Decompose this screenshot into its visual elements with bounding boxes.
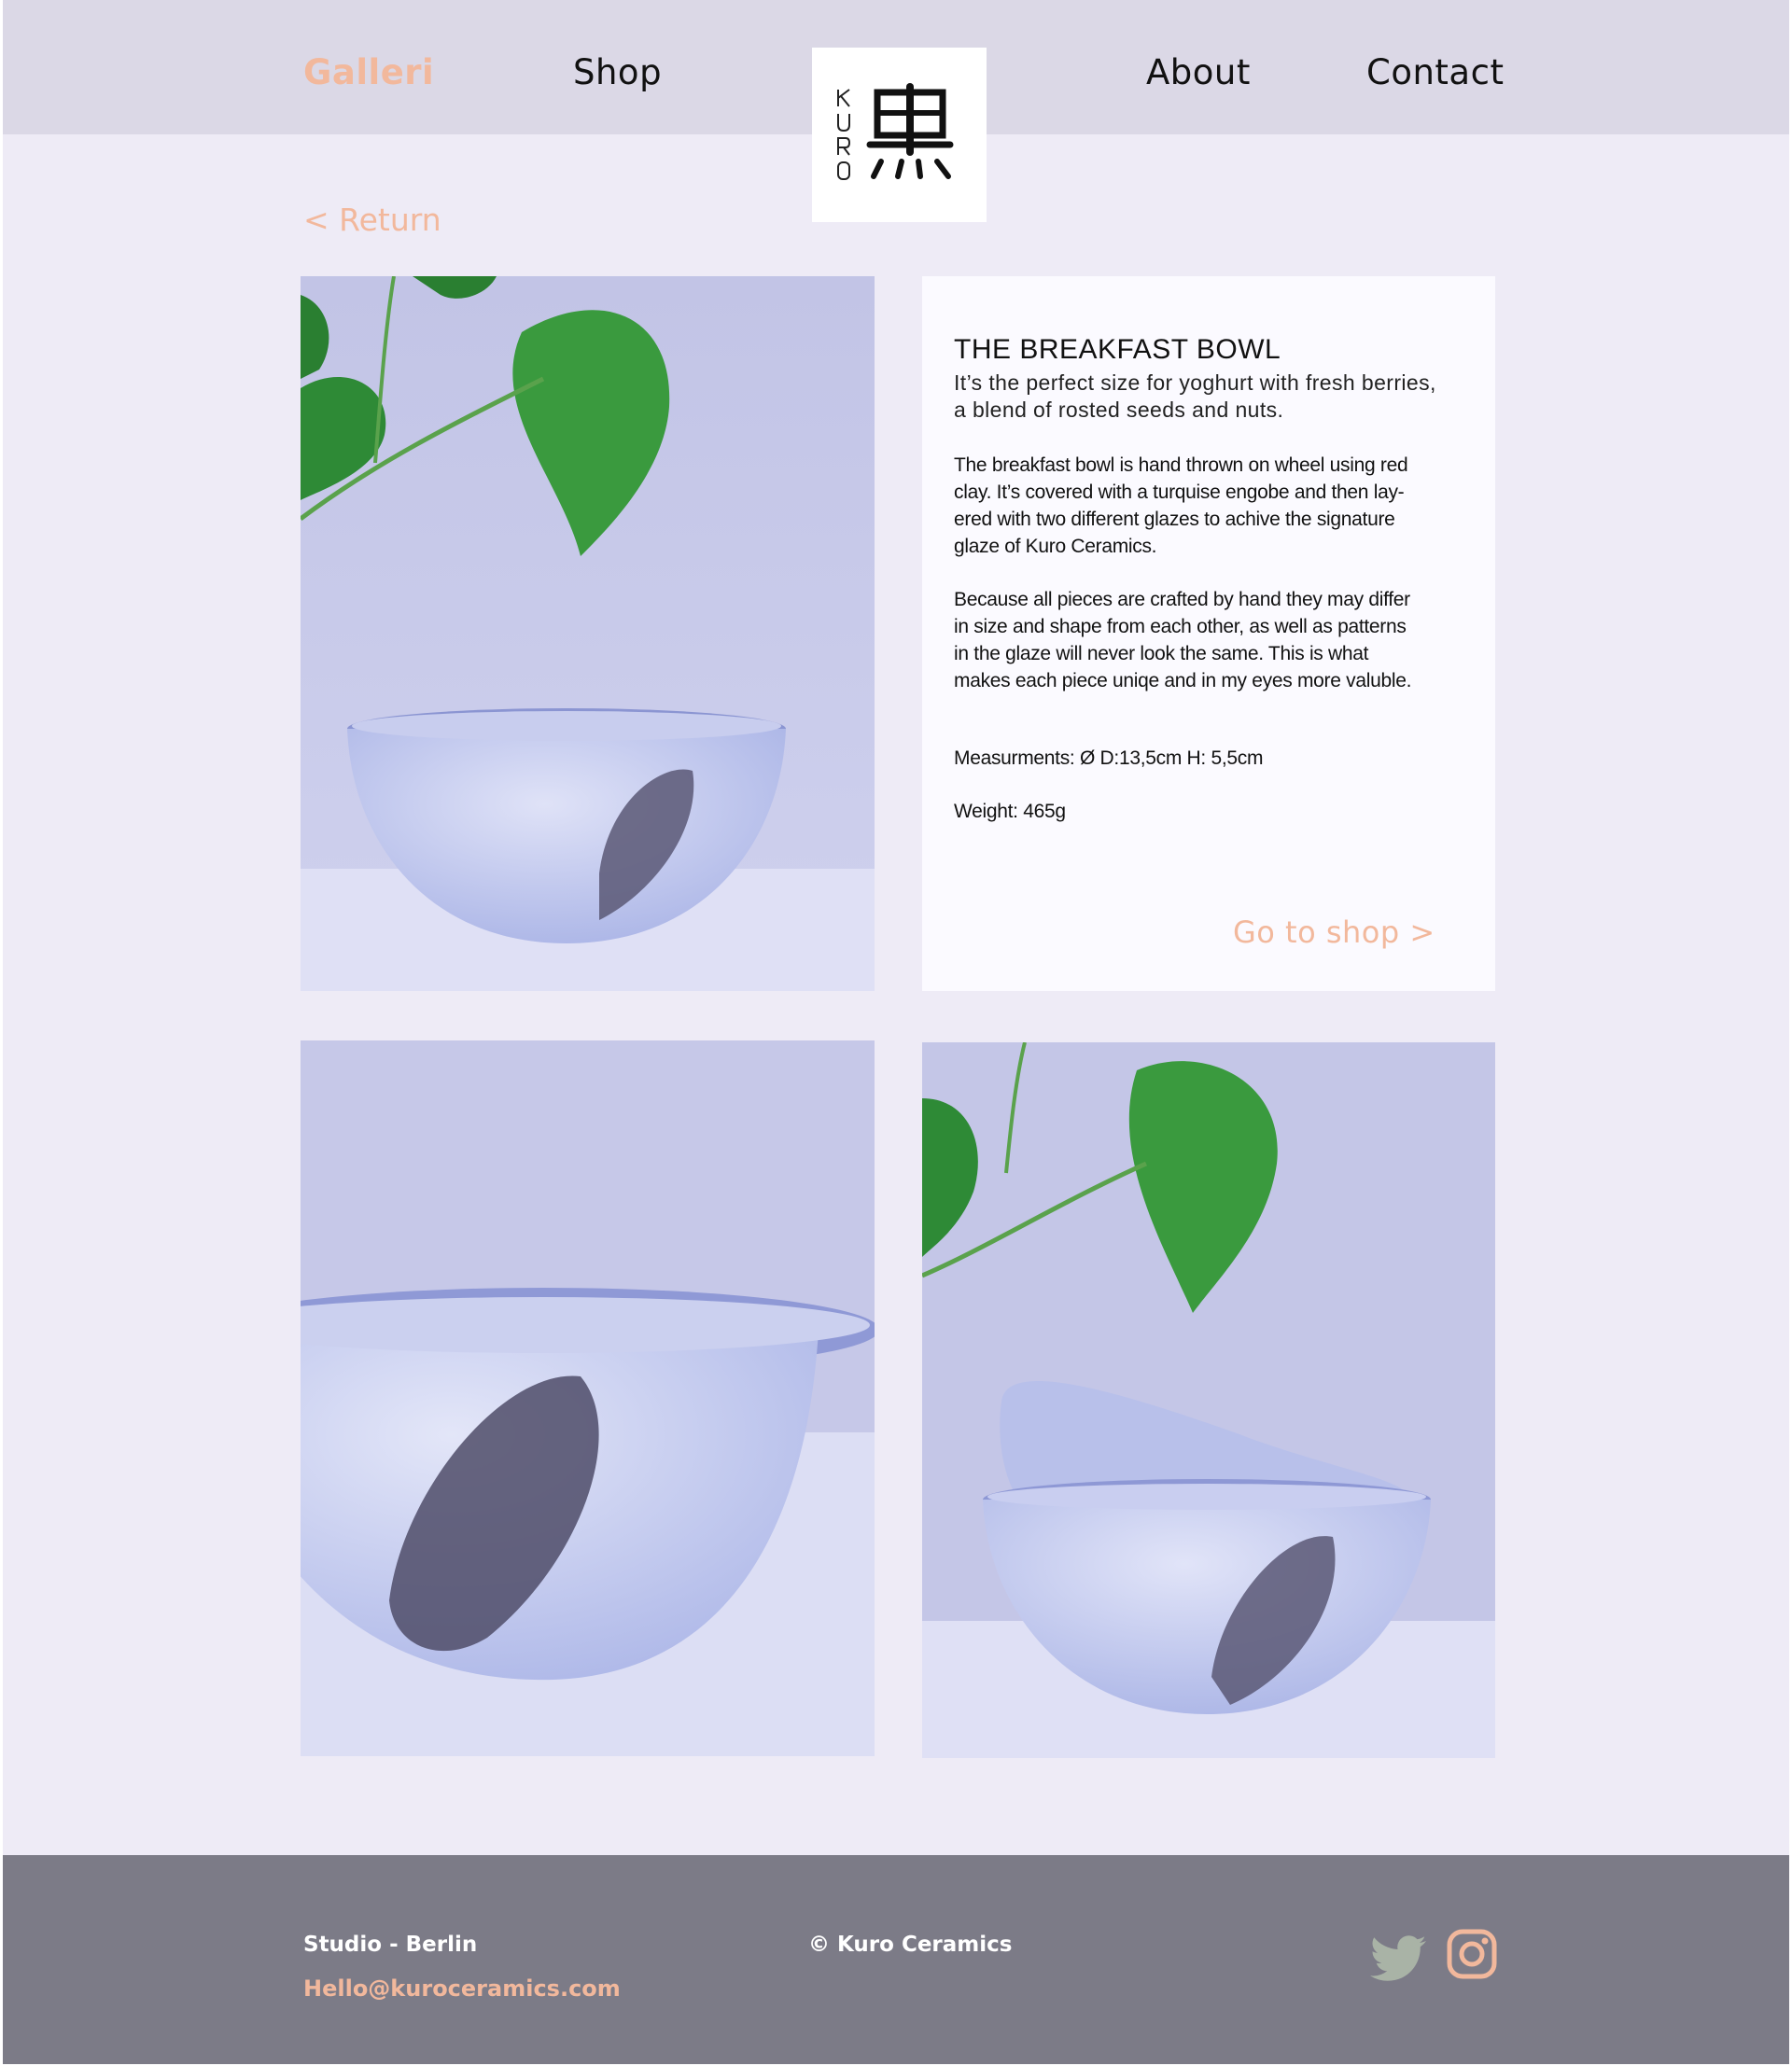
description-line: in the glaze will never look the same. T… <box>954 643 1369 664</box>
product-photo-closeup[interactable] <box>301 1040 875 1756</box>
nav-about[interactable]: About <box>1146 52 1251 92</box>
nav-shop[interactable]: Shop <box>573 52 662 92</box>
subtitle-line: It’s the perfect size for yoghurt with f… <box>954 370 1436 395</box>
go-to-shop-link[interactable]: Go to shop > <box>1233 914 1435 950</box>
product-photo-main[interactable] <box>301 276 875 991</box>
twitter-icon[interactable] <box>1370 1934 1426 1983</box>
return-link[interactable]: < Return <box>303 202 441 238</box>
product-subtitle: It’s the perfect size for yoghurt with f… <box>954 370 1477 424</box>
footer-studio-location: Studio - Berlin <box>303 1933 478 1957</box>
nav-galleri[interactable]: Galleri <box>303 52 434 92</box>
footer: Studio - Berlin Hello@kuroceramics.com ©… <box>3 1855 1789 2064</box>
product-measurements: Measurments: Ø D:13,5cm H: 5,5cm <box>954 747 1264 769</box>
description-line: glaze of Kuro Ceramics. <box>954 536 1157 557</box>
footer-copyright: © Kuro Ceramics <box>808 1933 1013 1957</box>
product-description-2: Because all pieces are crafted by hand t… <box>954 586 1477 694</box>
product-description-1: The breakfast bowl is hand thrown on whe… <box>954 452 1477 560</box>
description-line: Because all pieces are crafted by hand t… <box>954 589 1410 610</box>
description-line: makes each piece uniqe and in my eyes mo… <box>954 670 1412 691</box>
description-line: ered with two different glazes to achive… <box>954 509 1395 530</box>
product-info-panel: THE BREAKFAST BOWL It’s the perfect size… <box>922 276 1495 991</box>
product-weight: Weight: 465g <box>954 801 1066 822</box>
footer-email-link[interactable]: Hello@kuroceramics.com <box>303 1975 621 2002</box>
description-line: in size and shape from each other, as we… <box>954 616 1407 637</box>
description-line: The breakfast bowl is hand thrown on whe… <box>954 454 1408 476</box>
instagram-icon[interactable] <box>1446 1928 1498 1980</box>
subtitle-line: a blend of rosted seeds and nuts. <box>954 398 1284 422</box>
description-line: clay. It’s covered with a turquise engob… <box>954 482 1405 503</box>
product-title: THE BREAKFAST BOWL <box>954 334 1281 365</box>
product-photo-stacked[interactable] <box>922 1042 1495 1758</box>
nav-contact[interactable]: Contact <box>1366 52 1504 92</box>
logo-mark <box>837 83 954 180</box>
kuro-logo[interactable] <box>812 48 987 222</box>
page-background <box>3 0 1789 2064</box>
